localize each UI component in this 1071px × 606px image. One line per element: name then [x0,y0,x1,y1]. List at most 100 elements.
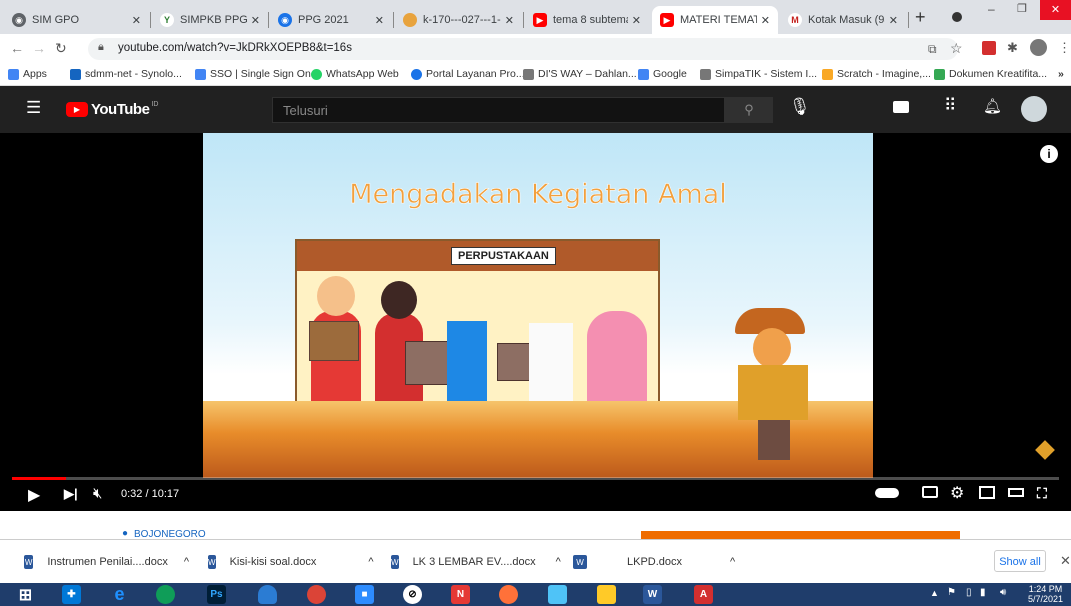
microphone-icon[interactable]: 🎙︎ [789,97,811,117]
apps-grid-icon[interactable]: ⠿ [944,96,956,116]
settings-gear-icon[interactable]: ⚙ [950,483,964,503]
minimize-button[interactable]: – [988,2,1004,16]
download-item[interactable]: W LK 3 LEMBAR EV....docx ^ [391,540,561,584]
close-icon[interactable]: ✕ [132,14,141,27]
chevron-up-icon[interactable]: ^ [556,556,561,568]
close-icon[interactable]: ✕ [632,14,641,27]
battery-icon[interactable]: ▯ [966,587,972,598]
windows-start-icon[interactable]: ⊞ [16,585,35,604]
tab-gmail[interactable]: M Kotak Masuk (938 ✕ [780,6,906,34]
download-item[interactable]: W Instrumen Penilai....docx ^ [24,540,189,584]
tray-up-icon[interactable]: ▲ [930,588,939,598]
acrobat-icon[interactable]: A [694,585,713,604]
onedrive-icon[interactable] [258,585,277,604]
chrome-icon[interactable] [307,585,326,604]
bookmark-apps[interactable]: Apps [8,68,47,80]
mute-icon[interactable]: 🔇︎ [93,485,102,502]
channel-watermark-icon[interactable] [1035,440,1055,460]
close-icon[interactable]: ✕ [889,14,898,27]
country-code: ID [151,101,159,108]
download-item[interactable]: W LKPD.docx ^ [573,540,738,584]
bookmark-disway[interactable]: DI'S WAY – Dahlan... [523,68,637,80]
bookmark-simpatik[interactable]: SimpaTIK - Sistem I... [700,68,817,80]
window-close-button[interactable]: ✕ [1040,0,1071,20]
bookmark-sso[interactable]: SSO | Single Sign On [195,68,311,80]
download-filename: LK 3 LEMBAR EV....docx [412,556,536,568]
edge-icon[interactable] [156,585,175,604]
tab-tema8[interactable]: ▶ tema 8 subtema 4 ✕ [525,6,649,34]
search-input[interactable]: Telusuri [272,97,725,123]
file-explorer-icon[interactable] [597,585,616,604]
miniplayer-icon[interactable] [979,486,995,499]
next-icon[interactable]: ▶| [64,486,78,502]
bookmark-portal[interactable]: Portal Layanan Pro... [411,68,525,80]
flag-icon[interactable]: ⚑ [947,587,956,598]
maximize-button[interactable]: ❐ [1017,2,1033,16]
chevron-up-icon[interactable]: ^ [730,556,735,568]
ad-banner[interactable] [641,531,960,539]
volume-icon[interactable]: 🔊︎ [1000,587,1006,598]
new-tab-button[interactable]: + [915,8,926,26]
pdf-extension-icon[interactable] [982,41,996,55]
url-bar[interactable]: 🔒︎ youtube.com/watch?v=JkDRkXOEPB8&t=16s [88,38,958,60]
close-icon[interactable]: ✕ [505,14,514,27]
chevron-up-icon[interactable]: ^ [368,556,373,568]
youtube-logo[interactable]: ▶ YouTube ID [66,101,158,118]
close-downloads-icon[interactable]: ✕ [1060,553,1071,569]
download-item[interactable]: W Kisi-kisi soal.docx ^ [208,540,374,584]
close-icon[interactable]: ✕ [251,14,260,27]
back-icon[interactable]: ← [10,40,24,56]
forward-icon[interactable]: → [32,40,46,56]
bookmark-google[interactable]: Google [638,68,687,80]
subtitles-icon[interactable] [922,486,938,498]
photoshop-icon[interactable]: Ps [207,585,226,604]
fullscreen-icon[interactable]: ⛶ [1037,485,1047,502]
close-icon[interactable]: ✕ [761,14,770,27]
progress-bar[interactable] [12,477,1059,480]
install-icon[interactable]: ⧉ [928,42,937,57]
info-icon[interactable]: i [1040,145,1058,163]
app-icon[interactable]: ⊘ [403,585,422,604]
tab-ppg[interactable]: ◉ PPG 2021 ✕ [270,6,392,34]
signal-icon[interactable]: ▮ [980,587,986,598]
tab-sim-gpo[interactable]: ◉ SIM GPO ✕ [4,6,149,34]
chevron-up-icon[interactable]: ^ [184,556,189,568]
tab-materi-tematik[interactable]: ▶ MATERI TEMATIK ✕ [652,6,778,34]
show-all-button[interactable]: Show all [994,550,1046,572]
avatar[interactable] [1021,96,1047,122]
star-icon[interactable]: ☆ [950,40,963,57]
word-doc-icon: W [208,555,216,569]
profile-indicator-icon[interactable] [952,12,962,22]
video-player[interactable]: Mengadakan Kegiatan Amal PERPUSTAKAAN i … [0,133,1071,511]
internet-explorer-icon[interactable]: e [110,584,129,604]
theater-mode-icon[interactable] [1008,488,1024,497]
tab-k170[interactable]: k-170---027---1--- ✕ [395,6,522,34]
play-icon[interactable]: ▶ [28,485,40,505]
tab-label: SIMPKB PPG [180,14,247,26]
store-icon[interactable] [548,585,567,604]
bookmark-whatsapp[interactable]: WhatsApp Web [311,68,399,80]
clock[interactable]: 1:24 PM 5/7/2021 [1028,584,1063,604]
notifications-bell-icon[interactable]: 🔔︎ [983,97,1002,115]
create-video-icon[interactable] [893,101,909,113]
security-shield-icon[interactable]: ✚ [62,585,81,604]
firefox-icon[interactable] [499,585,518,604]
word-icon[interactable]: W [643,585,662,604]
bookmark-dokumen[interactable]: Dokumen Kreatifita... [934,68,1047,80]
reload-icon[interactable]: ↻ [55,40,67,57]
hamburger-menu-icon[interactable]: ☰ [26,98,41,118]
autoplay-toggle[interactable] [875,488,899,498]
zoom-icon[interactable]: ■ [355,585,374,604]
more-bookmarks-icon[interactable]: » [1058,68,1064,80]
bookmark-scratch[interactable]: Scratch - Imagine,... [822,68,931,80]
profile-avatar-icon[interactable] [1030,39,1047,56]
pdf-app-icon[interactable]: N [451,585,470,604]
close-icon[interactable]: ✕ [375,14,384,27]
search-button[interactable]: ⚲ [725,97,773,123]
video-frame[interactable]: Mengadakan Kegiatan Amal PERPUSTAKAAN [203,133,873,478]
extensions-icon[interactable]: ✱ [1007,40,1018,56]
tab-simpkb[interactable]: Y SIMPKB PPG ✕ [152,6,268,34]
lock-icon[interactable]: 🔒︎ [98,41,104,54]
bookmark-sdmm[interactable]: sdmm-net - Synolo... [70,68,182,80]
menu-dots-icon[interactable]: ⋮ [1058,40,1071,56]
